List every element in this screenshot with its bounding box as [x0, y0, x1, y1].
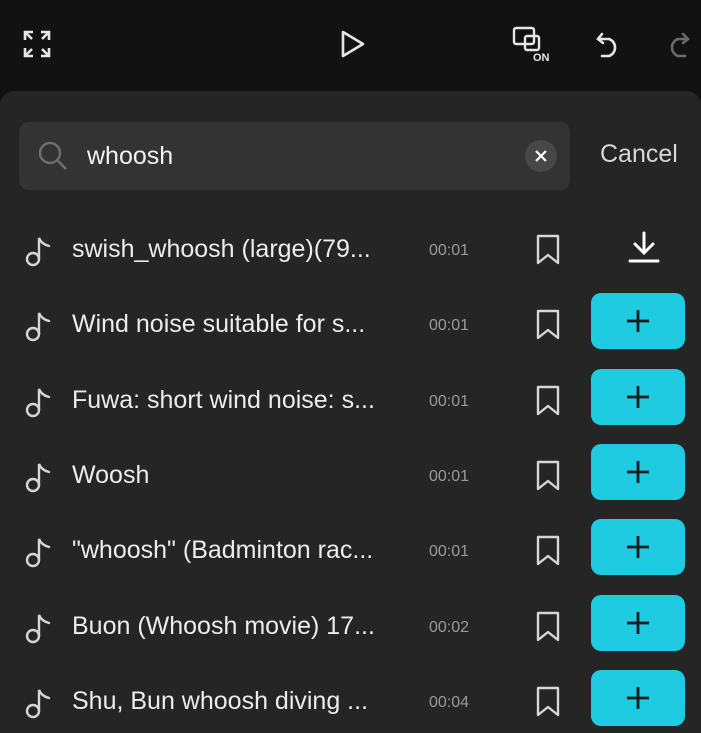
search-input[interactable]: whoosh — [87, 141, 173, 171]
sound-list-item[interactable]: swish_whoosh (large)(79... 00:01 — [0, 212, 701, 287]
sound-title[interactable]: Fuwa: short wind noise: s... — [72, 385, 402, 415]
cancel-button[interactable]: Cancel — [600, 139, 678, 169]
plus-icon — [627, 310, 649, 333]
music-note-icon — [24, 386, 52, 423]
bookmark-icon[interactable] — [535, 460, 561, 497]
music-note-icon — [24, 235, 52, 272]
sound-list-item[interactable]: Buon (Whoosh movie) 17... 00:02 — [0, 589, 701, 664]
plus-icon — [627, 686, 649, 709]
sound-duration: 00:01 — [429, 543, 470, 561]
preview-on-icon[interactable]: ON — [511, 24, 557, 64]
bookmark-icon[interactable] — [535, 234, 561, 271]
redo-icon[interactable] — [660, 26, 696, 62]
sound-list-item[interactable]: Shu, Bun whoosh diving ... 00:04 — [0, 664, 701, 733]
sound-title[interactable]: Woosh — [72, 460, 402, 490]
bookmark-icon[interactable] — [535, 686, 561, 723]
sound-list-item[interactable]: Fuwa: short wind noise: s... 00:01 — [0, 363, 701, 438]
search-icon — [37, 140, 69, 177]
sound-duration: 00:01 — [429, 317, 470, 335]
sound-title[interactable]: Wind noise suitable for s... — [72, 309, 402, 339]
sound-title[interactable]: swish_whoosh (large)(79... — [72, 234, 402, 264]
sound-duration: 00:04 — [429, 693, 470, 711]
top-toolbar: ON — [0, 0, 701, 90]
add-sound-button[interactable] — [591, 443, 685, 500]
fullscreen-icon[interactable] — [19, 26, 55, 62]
bookmark-icon[interactable] — [535, 611, 561, 648]
bookmark-icon[interactable] — [535, 535, 561, 572]
plus-icon — [627, 611, 649, 634]
sound-duration: 00:02 — [429, 618, 470, 636]
music-note-icon — [24, 612, 52, 649]
play-icon[interactable] — [334, 26, 370, 62]
add-sound-button[interactable] — [591, 293, 685, 350]
plus-icon — [627, 385, 649, 408]
sound-list-item[interactable]: Wind noise suitable for s... 00:01 — [0, 287, 701, 362]
sound-list-item[interactable]: "whoosh" (Badminton rac... 00:01 — [0, 513, 701, 588]
close-icon — [535, 150, 547, 162]
download-icon[interactable] — [626, 229, 662, 270]
sound-duration: 00:01 — [429, 467, 470, 485]
add-sound-button[interactable] — [591, 669, 685, 726]
sound-title[interactable]: Shu, Bun whoosh diving ... — [72, 686, 402, 716]
music-note-icon — [24, 461, 52, 498]
undo-icon[interactable] — [591, 26, 627, 62]
preview-badge: ON — [533, 52, 550, 64]
add-sound-button[interactable] — [591, 594, 685, 651]
music-note-icon — [24, 687, 52, 724]
sound-title[interactable]: "whoosh" (Badminton rac... — [72, 535, 402, 565]
bookmark-icon[interactable] — [535, 309, 561, 346]
sound-search-panel: whoosh Cancel swish_whoosh (large)(79...… — [0, 91, 701, 733]
music-note-icon — [24, 536, 52, 573]
add-sound-button[interactable] — [591, 519, 685, 576]
bookmark-icon[interactable] — [535, 385, 561, 422]
plus-icon — [627, 536, 649, 559]
sound-title[interactable]: Buon (Whoosh movie) 17... — [72, 611, 402, 641]
add-sound-button[interactable] — [591, 368, 685, 425]
sound-duration: 00:01 — [429, 392, 470, 410]
search-field[interactable]: whoosh — [19, 122, 570, 190]
music-note-icon — [24, 310, 52, 347]
sound-duration: 00:01 — [429, 242, 470, 259]
clear-search-button[interactable] — [525, 140, 557, 172]
sound-list-item[interactable]: Woosh 00:01 — [0, 438, 701, 513]
plus-icon — [627, 460, 649, 483]
